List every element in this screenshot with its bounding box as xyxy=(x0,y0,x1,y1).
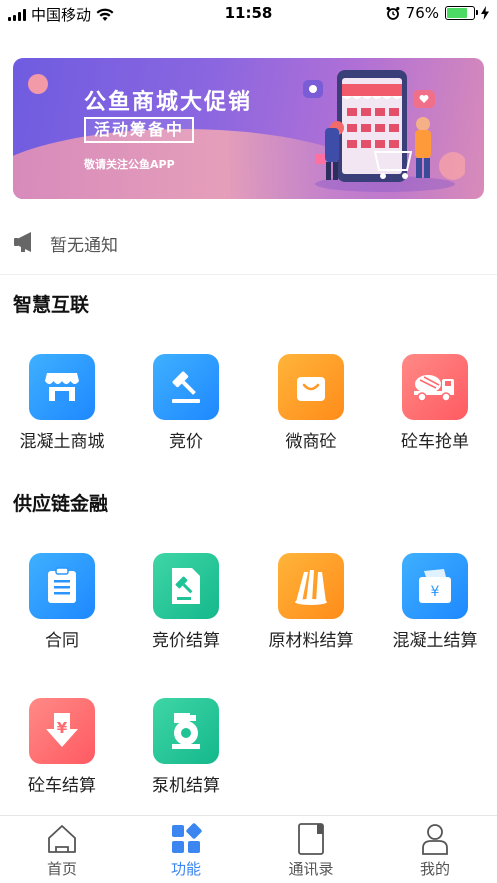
grid-label: 竞价 xyxy=(169,432,203,452)
notice-bar[interactable]: 暂无通知 xyxy=(0,222,497,262)
status-right: 76% xyxy=(386,4,489,22)
banner-title: 公鱼商城大促销 xyxy=(84,90,253,115)
grid-label: 竞价结算 xyxy=(152,631,220,651)
grid-label: 混凝土结算 xyxy=(392,631,478,651)
grid-item-truck-grab-order[interactable]: 砼车抢单 xyxy=(373,354,497,452)
grid-label: 砼车抢单 xyxy=(401,432,469,452)
banner-subtitle: 敬请关注公鱼APP xyxy=(84,158,175,171)
wallet-icon: ¥ xyxy=(402,553,468,619)
shopping-illustration-icon xyxy=(303,70,465,192)
tab-label: 功能 xyxy=(170,860,201,878)
pump-icon xyxy=(153,698,219,764)
grid-item-concrete-settlement[interactable]: ¥ 混凝土结算 xyxy=(373,553,497,651)
svg-text:¥: ¥ xyxy=(431,584,440,600)
tab-functions[interactable]: 功能 xyxy=(124,816,248,883)
alarm-icon xyxy=(386,6,400,20)
battery-icon xyxy=(445,6,478,20)
document-gavel-icon xyxy=(153,553,219,619)
clipboard-icon xyxy=(29,553,95,619)
tab-home[interactable]: 首页 xyxy=(0,816,124,883)
grid-icon xyxy=(172,823,202,853)
grid-item-micro-concrete[interactable]: 微商砼 xyxy=(249,354,373,452)
grid-item-pump-settlement[interactable]: 泵机结算 xyxy=(124,698,248,796)
store-icon xyxy=(29,354,95,420)
materials-icon xyxy=(278,553,344,619)
user-icon xyxy=(422,824,448,855)
charging-icon xyxy=(481,6,489,20)
grid-label: 混凝土商城 xyxy=(19,432,105,452)
tab-contacts[interactable]: 通讯录 xyxy=(249,816,373,883)
grid-item-concrete-mall[interactable]: 混凝土商城 xyxy=(0,354,124,452)
grid-item-truck-settlement[interactable]: ¥ 砼车结算 xyxy=(0,698,124,796)
grid-label: 合同 xyxy=(45,631,79,651)
section-title-supply-chain-finance: 供应链金融 xyxy=(13,493,109,515)
battery-percent: 76% xyxy=(405,4,439,22)
svg-text:¥: ¥ xyxy=(57,719,68,737)
gavel-icon xyxy=(153,354,219,420)
grid-item-contract[interactable]: 合同 xyxy=(0,553,124,651)
grid-item-raw-material-settlement[interactable]: 原材料结算 xyxy=(249,553,373,651)
grid-item-bidding-settlement[interactable]: 竞价结算 xyxy=(124,553,248,651)
notice-text: 暂无通知 xyxy=(50,236,118,256)
section-title-smart-connect: 智慧互联 xyxy=(13,294,90,316)
shopping-bag-icon xyxy=(278,354,344,420)
tab-bar: 首页 功能 通讯录 我的 xyxy=(0,815,497,883)
tab-mine[interactable]: 我的 xyxy=(373,816,497,883)
banner-tag: 活动筹备中 xyxy=(84,117,195,143)
tab-label: 首页 xyxy=(46,860,77,878)
grid-item-bidding[interactable]: 竞价 xyxy=(124,354,248,452)
status-bar: 中国移动 11:58 76% xyxy=(0,0,497,28)
tab-label: 通讯录 xyxy=(288,860,334,878)
home-icon xyxy=(48,825,76,853)
banner-dot-decor xyxy=(28,74,48,94)
contacts-icon xyxy=(298,823,324,855)
grid-label: 砼车结算 xyxy=(28,776,96,796)
grid-label: 泵机结算 xyxy=(152,776,220,796)
yen-download-icon: ¥ xyxy=(29,698,95,764)
grid-label: 微商砼 xyxy=(285,432,337,452)
grid-label: 原材料结算 xyxy=(268,631,354,651)
mixer-truck-icon xyxy=(402,354,468,420)
tab-label: 我的 xyxy=(419,860,450,878)
megaphone-icon xyxy=(14,232,31,252)
divider xyxy=(0,274,497,275)
